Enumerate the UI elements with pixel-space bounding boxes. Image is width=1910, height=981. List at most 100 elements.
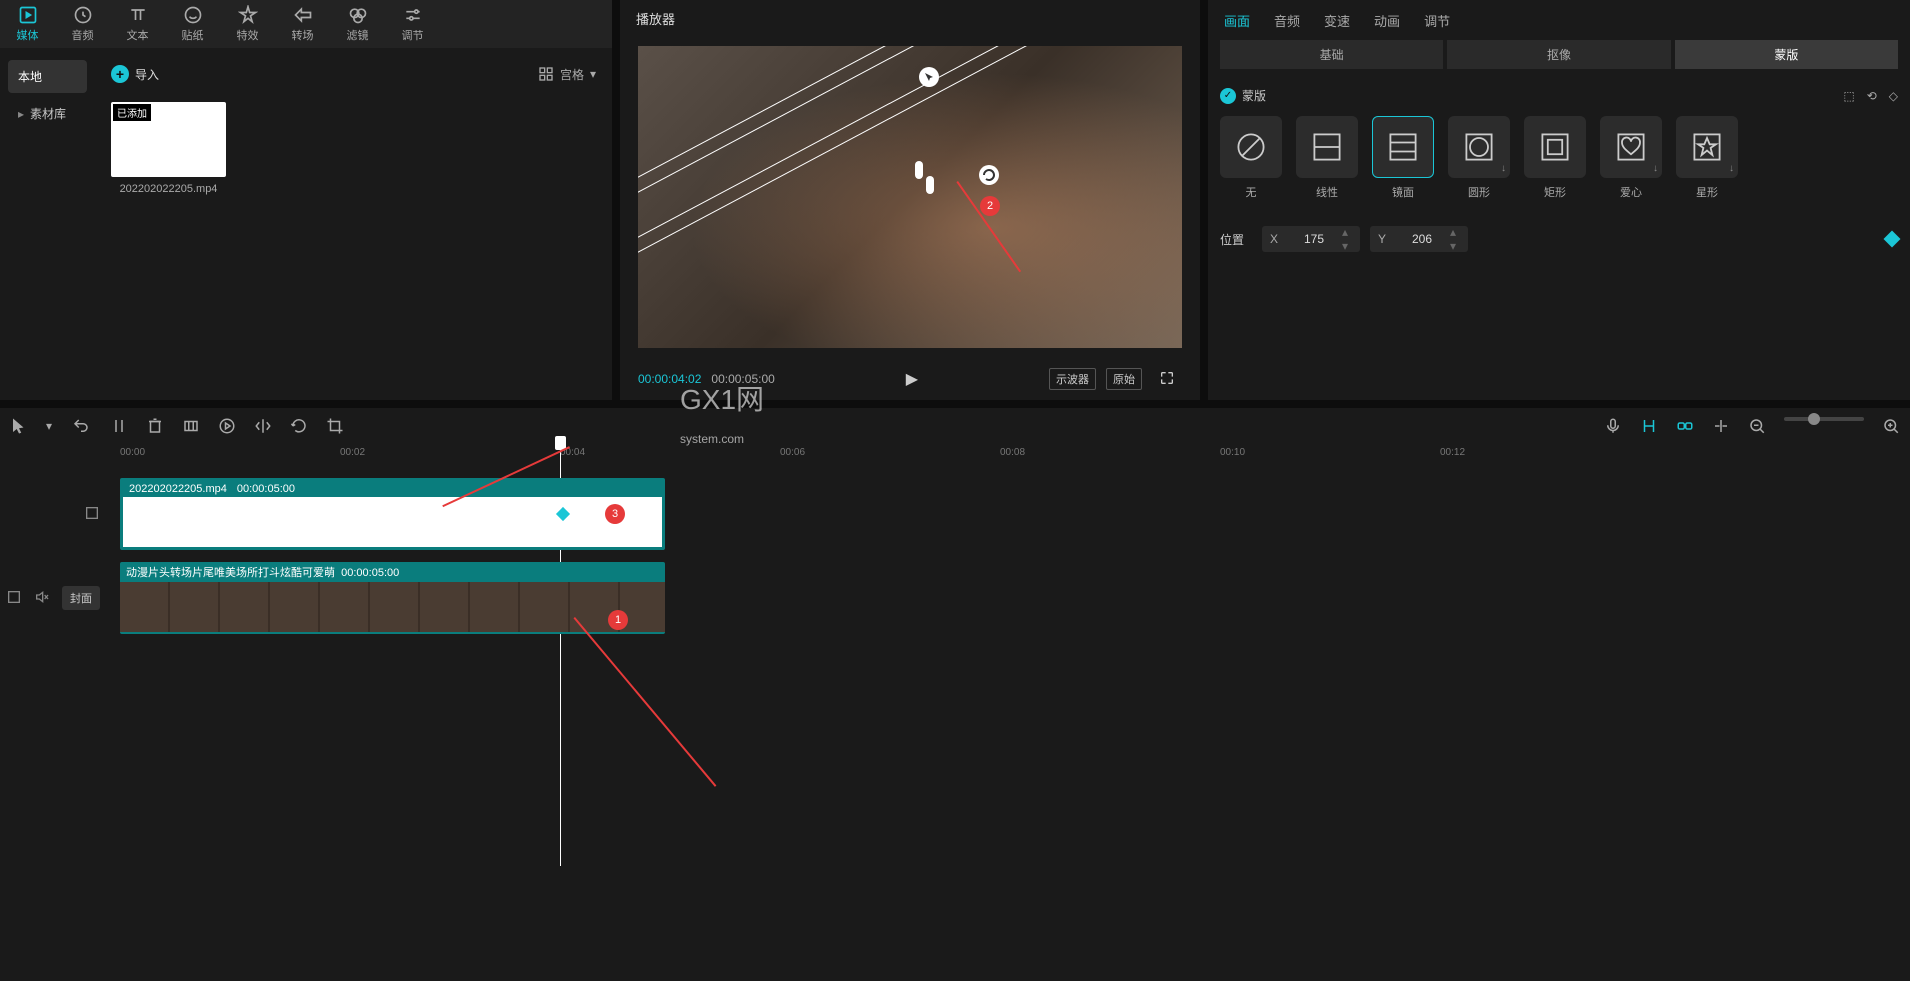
download-icon: ↓ [1653,163,1658,174]
tab-text[interactable]: 文本 [110,0,165,48]
preview-canvas[interactable]: 2 [638,46,1182,348]
tab-picture[interactable]: 画面 [1224,11,1250,30]
select-tool[interactable] [10,417,28,435]
zoom-fit-button[interactable] [1748,417,1766,435]
transition-icon [293,5,313,25]
download-icon: ↓ [1729,163,1734,174]
crop-tool[interactable] [326,417,344,435]
cursor-icon [918,66,940,88]
tab-label: 转场 [292,27,314,43]
original-button[interactable]: 原始 [1106,368,1142,390]
tab-label: 文本 [127,27,149,43]
grid-icon [538,66,554,82]
position-keyframe[interactable] [1884,231,1901,248]
tab-effect[interactable]: 特效 [220,0,275,48]
mask-heart[interactable]: ↓爱心 [1600,116,1662,200]
x-input[interactable] [1286,232,1342,246]
tab-label: 特效 [237,27,259,43]
tab-media[interactable]: 媒体 [0,0,55,48]
x-spinner[interactable]: ▴▾ [1342,225,1360,253]
timeline-ruler[interactable]: 00:00 00:02 00:04 00:06 00:08 00:10 00:1… [110,444,1910,466]
annotation-2: 2 [980,196,1000,216]
frame-tool[interactable] [182,417,200,435]
tab-transition[interactable]: 转场 [275,0,330,48]
track-toggle[interactable] [6,589,22,608]
sidebar-item-library[interactable]: ▸素材库 [8,97,87,130]
delete-tool[interactable] [146,417,164,435]
sidebar-item-local[interactable]: 本地 [8,60,87,93]
undo-button[interactable] [72,417,90,435]
mask-shape-grid: 无 线性 镜面 ↓圆形 矩形 ↓爱心 ↓星形 [1220,116,1898,200]
mask-star[interactable]: ↓星形 [1676,116,1738,200]
zoom-slider[interactable] [1784,417,1864,421]
property-tabs: 画面 音频 变速 动画 调节 [1220,0,1898,40]
tab-audio[interactable]: 音频 [55,0,110,48]
link-button[interactable] [1676,417,1694,435]
track-toggle[interactable] [84,505,100,524]
media-icon [18,5,38,25]
total-time: 00:00:05:00 [711,372,774,386]
mask-mirror[interactable]: 镜面 [1372,116,1434,200]
media-item[interactable]: 已添加 202202022205.mp4 [111,102,226,195]
timeline-clip-overlay[interactable]: 202202022205.mp400:00:05:00 [120,478,665,550]
play-button[interactable]: ▶ [899,366,925,392]
x-input-group: X ▴▾ [1262,226,1360,252]
view-toggle[interactable]: 宫格 ▾ [538,66,596,83]
mirror-tool[interactable] [254,417,272,435]
chevron-down-icon[interactable]: ▾ [46,417,52,435]
media-thumbnail: 已添加 [111,102,226,177]
tab-label: 贴纸 [182,27,204,43]
tab-sticker[interactable]: 贴纸 [165,0,220,48]
timeline-clip-main[interactable]: 动漫片头转场片尾唯美场所打斗炫酷可爱萌 00:00:05:00 [120,562,665,634]
mask-handle[interactable] [926,176,934,194]
property-subtabs: 基础 抠像 蒙版 [1220,40,1898,69]
reset-icon[interactable]: ⟲ [1867,89,1877,103]
cover-button[interactable]: 封面 [62,586,100,610]
subtab-cutout[interactable]: 抠像 [1447,40,1670,69]
tab-audio[interactable]: 音频 [1274,11,1300,30]
tab-speed[interactable]: 变速 [1324,11,1350,30]
mask-linear[interactable]: 线性 [1296,116,1358,200]
adjust-icon [403,5,423,25]
subtab-basic[interactable]: 基础 [1220,40,1443,69]
import-button[interactable]: + 导入 [111,65,159,83]
split-tool[interactable] [110,417,128,435]
keyframe-icon[interactable]: ◇ [1889,89,1898,103]
player-title: 播放器 [620,0,1200,36]
rotate-icon[interactable] [978,164,1000,186]
flip-icon[interactable]: ⬚ [1843,89,1854,103]
tab-filter[interactable]: 滤镜 [330,0,385,48]
current-time: 00:00:04:02 [638,372,701,386]
y-input[interactable] [1394,232,1450,246]
zoom-full-button[interactable] [1882,417,1900,435]
tab-animation[interactable]: 动画 [1374,11,1400,30]
mask-handle[interactable] [915,161,923,179]
timeline-toolbar: ▾ [0,408,1910,444]
check-icon[interactable]: ✓ [1220,88,1236,104]
rotate-tool[interactable] [290,417,308,435]
reverse-tool[interactable] [218,417,236,435]
mask-circle[interactable]: ↓圆形 [1448,116,1510,200]
mask-none[interactable]: 无 [1220,116,1282,200]
keyframe-marker[interactable] [556,507,570,521]
y-spinner[interactable]: ▴▾ [1450,225,1468,253]
added-badge: 已添加 [113,104,151,121]
tab-label: 音频 [72,27,94,43]
subtab-mask[interactable]: 蒙版 [1675,40,1898,69]
tab-adjust[interactable]: 调节 [1424,11,1450,30]
fullscreen-button[interactable] [1152,367,1182,392]
annotation-3: 3 [605,504,625,524]
audio-icon [73,5,93,25]
plus-icon: + [111,65,129,83]
effect-icon [238,5,258,25]
mic-button[interactable] [1604,417,1622,435]
mute-button[interactable] [34,589,50,608]
sticker-icon [183,5,203,25]
oscilloscope-button[interactable]: 示波器 [1049,368,1096,390]
mask-rect[interactable]: 矩形 [1524,116,1586,200]
snap-button[interactable] [1640,417,1658,435]
tab-adjust[interactable]: 调节 [385,0,440,48]
filter-icon [348,5,368,25]
tab-label: 调节 [402,27,424,43]
preview-cut-button[interactable] [1712,417,1730,435]
